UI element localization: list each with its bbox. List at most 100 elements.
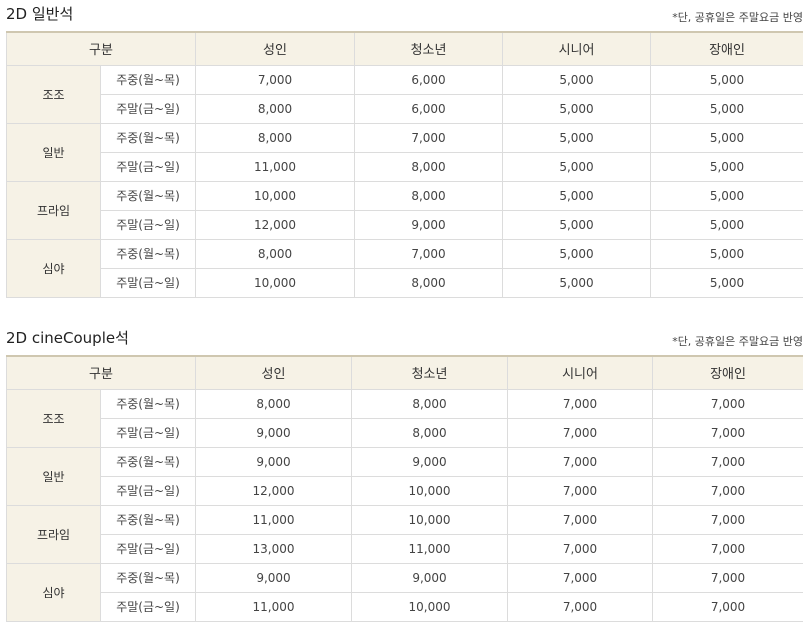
- header-youth: 청소년: [354, 31, 504, 66]
- holiday-note: *단, 공휴일은 주말요금 반영: [672, 335, 803, 348]
- price-disabled: 7,000: [652, 475, 803, 506]
- day-type: 주중(월~목): [99, 446, 197, 477]
- table-row: 프라임 주중(월~목) 11,000 10,000 7,000 7,000: [6, 504, 803, 564]
- price-youth: 10,000: [351, 475, 509, 506]
- price-youth: 7,000: [354, 238, 504, 269]
- price-senior: 5,000: [502, 122, 652, 153]
- price-youth: 9,000: [354, 209, 504, 240]
- header-disabled: 장애인: [652, 355, 803, 390]
- day-type: 주중(월~목): [99, 562, 197, 593]
- table-row: 일반 주중(월~목) 8,000 7,000 5,000 5,000: [6, 122, 803, 182]
- price-youth: 7,000: [354, 122, 504, 153]
- table-row: 주말(금~일) 12,000 9,000 5,000 5,000: [7, 209, 803, 240]
- price-senior: 5,000: [502, 209, 652, 240]
- price-senior: 5,000: [502, 238, 652, 269]
- price-disabled: 5,000: [650, 180, 803, 211]
- table-row: 주말(금~일) 12,000 10,000 7,000 7,000: [7, 475, 803, 506]
- grade-label: 프라임: [6, 180, 101, 240]
- day-type: 주중(월~목): [99, 180, 197, 211]
- day-type: 주말(금~일): [99, 591, 197, 622]
- price-disabled: 7,000: [652, 446, 803, 477]
- header-youth: 청소년: [351, 355, 509, 390]
- price-adult: 8,000: [195, 238, 356, 269]
- price-senior: 7,000: [507, 562, 654, 593]
- day-type: 주중(월~목): [99, 238, 197, 269]
- price-youth: 8,000: [351, 388, 509, 419]
- price-senior: 5,000: [502, 180, 652, 211]
- price-disabled: 5,000: [650, 93, 803, 124]
- table-row: 프라임 주중(월~목) 10,000 8,000 5,000 5,000: [6, 180, 803, 240]
- price-disabled: 5,000: [650, 122, 803, 153]
- table-row: 심야 주중(월~목) 9,000 9,000 7,000 7,000: [6, 562, 803, 622]
- price-adult: 11,000: [195, 504, 353, 535]
- price-table: 구분 성인 청소년 시니어 장애인 조조 주중(월~목) 7,000 6,000…: [5, 31, 803, 298]
- price-senior: 5,000: [502, 151, 652, 182]
- price-youth: 9,000: [351, 562, 509, 593]
- price-adult: 10,000: [195, 267, 356, 298]
- price-youth: 9,000: [351, 446, 509, 477]
- holiday-note: *단, 공휴일은 주말요금 반영: [672, 11, 803, 24]
- table-row: 일반 주중(월~목) 9,000 9,000 7,000 7,000: [6, 446, 803, 506]
- day-type: 주중(월~목): [99, 388, 197, 419]
- price-disabled: 7,000: [652, 591, 803, 622]
- price-adult: 12,000: [195, 475, 353, 506]
- day-type: 주말(금~일): [99, 533, 197, 564]
- grade-label: 심야: [6, 562, 101, 622]
- grade-label: 프라임: [6, 504, 101, 564]
- header-category: 구분: [5, 31, 197, 66]
- price-senior: 7,000: [507, 475, 654, 506]
- price-senior: 5,000: [502, 93, 652, 124]
- price-senior: 5,000: [502, 64, 652, 95]
- table-row: 주말(금~일) 8,000 6,000 5,000 5,000: [7, 93, 803, 124]
- price-adult: 7,000: [195, 64, 356, 95]
- grade-label: 조조: [6, 64, 101, 124]
- price-disabled: 7,000: [652, 417, 803, 448]
- day-type: 주말(금~일): [99, 151, 197, 182]
- price-adult: 12,000: [195, 209, 356, 240]
- header-senior: 시니어: [502, 31, 652, 66]
- header-category: 구분: [5, 355, 197, 390]
- table-row: 주말(금~일) 13,000 11,000 7,000 7,000: [7, 533, 803, 564]
- price-youth: 8,000: [354, 151, 504, 182]
- table-row: 주말(금~일) 11,000 10,000 7,000 7,000: [7, 591, 803, 622]
- price-youth: 6,000: [354, 64, 504, 95]
- header-adult: 성인: [195, 355, 353, 390]
- price-youth: 6,000: [354, 93, 504, 124]
- price-youth: 8,000: [354, 267, 504, 298]
- table-row: 조조 주중(월~목) 7,000 6,000 5,000 5,000: [6, 64, 803, 124]
- price-disabled: 5,000: [650, 238, 803, 269]
- price-youth: 10,000: [351, 504, 509, 535]
- price-disabled: 7,000: [652, 504, 803, 535]
- day-type: 주중(월~목): [99, 64, 197, 95]
- price-adult: 13,000: [195, 533, 353, 564]
- grade-label: 일반: [6, 122, 101, 182]
- day-type: 주중(월~목): [99, 122, 197, 153]
- price-section-general: 2D 일반석 *단, 공휴일은 주말요금 반영 구분 성인 청소년 시니어 장애…: [5, 3, 803, 299]
- price-adult: 9,000: [195, 562, 353, 593]
- price-adult: 10,000: [195, 180, 356, 211]
- price-adult: 9,000: [195, 446, 353, 477]
- price-youth: 8,000: [354, 180, 504, 211]
- table-row: 심야 주중(월~목) 8,000 7,000 5,000 5,000: [6, 238, 803, 298]
- price-senior: 7,000: [507, 591, 654, 622]
- price-adult: 11,000: [195, 591, 353, 622]
- price-adult: 8,000: [195, 122, 356, 153]
- table-row: 주말(금~일) 10,000 8,000 5,000 5,000: [7, 267, 803, 298]
- header-senior: 시니어: [507, 355, 654, 390]
- price-adult: 9,000: [195, 417, 353, 448]
- price-youth: 11,000: [351, 533, 509, 564]
- price-senior: 7,000: [507, 446, 654, 477]
- price-disabled: 5,000: [650, 64, 803, 95]
- price-adult: 8,000: [195, 388, 353, 419]
- price-disabled: 7,000: [652, 562, 803, 593]
- day-type: 주말(금~일): [99, 209, 197, 240]
- price-senior: 7,000: [507, 504, 654, 535]
- price-adult: 11,000: [195, 151, 356, 182]
- price-senior: 7,000: [507, 417, 654, 448]
- grade-label: 조조: [6, 388, 101, 448]
- price-adult: 8,000: [195, 93, 356, 124]
- price-disabled: 5,000: [650, 151, 803, 182]
- day-type: 주말(금~일): [99, 417, 197, 448]
- day-type: 주중(월~목): [99, 504, 197, 535]
- header-adult: 성인: [195, 31, 356, 66]
